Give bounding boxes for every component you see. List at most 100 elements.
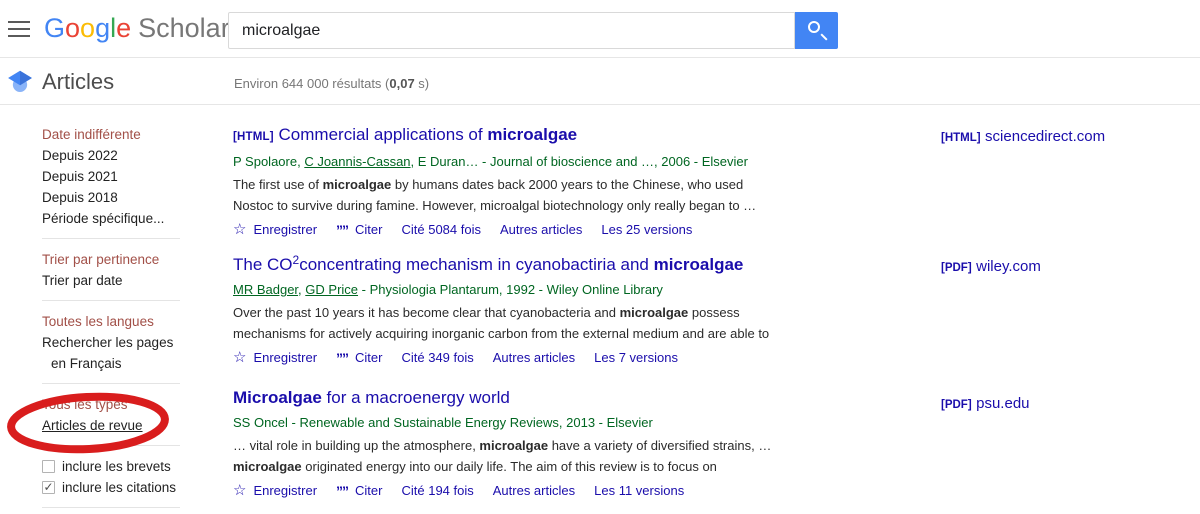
fulltext-domain: psu.edu (976, 395, 1029, 412)
sort-by-relevance[interactable]: Trier par pertinence (42, 249, 194, 270)
filter-french-pages-line2[interactable]: en Français (42, 353, 194, 374)
search-result: Microalgae for a macroenergy world SS On… (233, 387, 781, 500)
filter-french-pages[interactable]: Rechercher les pages (42, 332, 194, 353)
checkmark-icon: ✓ (43, 481, 53, 494)
hamburger-menu-icon[interactable] (8, 21, 30, 37)
sort-by-date[interactable]: Trier par date (42, 270, 194, 291)
snippet-highlight: microalgae (323, 177, 392, 192)
result-snippet: The first use of microalgae by humans da… (233, 174, 781, 216)
search-input[interactable] (228, 12, 795, 49)
search-icon (808, 21, 820, 33)
filters-sidebar: Date indifférente Depuis 2022 Depuis 202… (42, 124, 194, 514)
include-patents-row[interactable]: inclure les brevets (42, 456, 194, 477)
filter-all-languages[interactable]: Toutes les langues (42, 311, 194, 332)
title-text: concentrating mechanism in cyanobactiria… (299, 255, 653, 274)
quote-icon: ”” (336, 221, 348, 239)
results-stats: Environ 644 000 résultats (0,07 s) (234, 76, 429, 91)
cited-by-link[interactable]: Cité 5084 fois (401, 221, 481, 239)
filter-review-articles[interactable]: Articles de revue (42, 415, 194, 436)
result-title-link[interactable]: Microalgae for a macroenergy world (233, 388, 510, 407)
related-articles-link[interactable]: Autres articles (493, 482, 575, 500)
save-button[interactable]: ☆ Enregistrer (233, 349, 317, 367)
filter-all-types[interactable]: Tous les types (42, 394, 194, 415)
google-scholar-logo[interactable]: GoogleScholar (44, 13, 230, 44)
logo-letter: o (80, 13, 95, 43)
cite-button[interactable]: ””Citer (336, 482, 382, 500)
stats-time: 0,07 (389, 76, 414, 91)
title-text-bold: microalgae (654, 255, 744, 274)
result-snippet: Over the past 10 years it has become cle… (233, 302, 781, 344)
author-text: SS Oncel - Renewable and Sustainable Ene… (233, 415, 653, 430)
author-link[interactable]: GD Price (305, 282, 358, 297)
snippet-text: … vital role in building up the atmosphe… (233, 438, 479, 453)
versions-link[interactable]: Les 25 versions (601, 221, 692, 239)
star-icon: ☆ (233, 349, 246, 367)
articles-tab-label: Articles (42, 69, 114, 95)
fulltext-domain: sciencedirect.com (985, 128, 1105, 145)
versions-link[interactable]: Les 7 versions (594, 349, 678, 367)
cited-by-link[interactable]: Cité 194 fois (401, 482, 473, 500)
sidebar-divider (42, 238, 180, 239)
quote-icon: ”” (336, 349, 348, 367)
fulltext-link[interactable]: [PDF] psu.edu (941, 395, 1030, 413)
sidebar-divider (42, 383, 180, 384)
filter-custom-range[interactable]: Période spécifique... (42, 208, 194, 229)
title-text: Commercial applications of (279, 125, 488, 144)
filter-since-2018[interactable]: Depuis 2018 (42, 187, 194, 208)
cite-button[interactable]: ”” Citer (336, 349, 382, 367)
logo-letter: G (44, 13, 65, 43)
result-actions: ☆ Enregistrer ”” Citer Cité 349 fois Autre… (233, 349, 781, 367)
sidebar-divider (42, 507, 180, 508)
checkbox-checked[interactable]: ✓ (42, 481, 55, 494)
save-button[interactable]: ☆ Enregistrer (233, 221, 317, 239)
result-title-link[interactable]: Commercial applications of microalgae (279, 125, 578, 144)
snippet-highlight: microalgae (233, 459, 302, 474)
cited-by-link[interactable]: Cité 349 fois (401, 349, 473, 367)
related-articles-link[interactable]: Autres articles (493, 349, 575, 367)
author-text: P Spolaore, (233, 154, 304, 169)
result-snippet: … vital role in building up the atmosphe… (233, 435, 781, 477)
author-text: , E Duran… - Journal of bioscience and …… (411, 154, 748, 169)
star-icon: ☆ (233, 482, 246, 500)
snippet-text: The first use of (233, 177, 323, 192)
cite-label: Citer (355, 349, 382, 367)
title-text-bold: microalgae (487, 125, 577, 144)
snippet-highlight: microalgae (620, 305, 689, 320)
save-label: Enregistrer (253, 349, 317, 367)
authors-line: P Spolaore, C Joannis-Cassan, E Duran… -… (233, 153, 781, 171)
save-button[interactable]: ☆Enregistrer (233, 482, 317, 500)
filter-since-2022[interactable]: Depuis 2022 (42, 145, 194, 166)
format-tag: [HTML] (233, 131, 274, 143)
stats-text: Environ 644 000 résultats ( (234, 76, 389, 91)
fulltext-link[interactable]: [PDF] wiley.com (941, 258, 1041, 276)
versions-link[interactable]: Les 11 versions (594, 482, 684, 500)
related-articles-link[interactable]: Autres articles (500, 221, 582, 239)
search-result: The CO2concentrating mechanism in cyanob… (233, 254, 781, 367)
author-link[interactable]: C Joannis-Cassan (304, 154, 410, 169)
snippet-highlight: microalgae (479, 438, 548, 453)
top-bar: GoogleScholar (0, 0, 1200, 58)
sidebar-divider (42, 300, 180, 301)
filter-date-any[interactable]: Date indifférente (42, 124, 194, 145)
filter-since-2021[interactable]: Depuis 2021 (42, 166, 194, 187)
stats-text: s) (415, 76, 429, 91)
result-title-link[interactable]: The CO2concentrating mechanism in cyanob… (233, 255, 743, 274)
cite-label: Citer (355, 482, 382, 500)
fulltext-link[interactable]: [HTML] sciencedirect.com (941, 128, 1105, 146)
cite-button[interactable]: ”” Citer (336, 221, 382, 239)
author-link[interactable]: MR Badger (233, 282, 298, 297)
search-button[interactable] (795, 12, 838, 49)
cite-label: Citer (355, 221, 382, 239)
results-header-bar: Articles Environ 644 000 résultats (0,07… (0, 59, 1200, 105)
include-citations-row[interactable]: ✓ inclure les citations (42, 477, 194, 498)
format-tag: [PDF] (941, 262, 972, 274)
title-text: The CO (233, 255, 293, 274)
checkbox-unchecked[interactable] (42, 460, 55, 473)
sidebar-divider (42, 445, 180, 446)
search-result: [HTML] Commercial applications of microa… (233, 124, 781, 239)
logo-letter: e (116, 13, 131, 43)
star-icon: ☆ (233, 221, 246, 239)
title-text-bold: Microalgae (233, 388, 322, 407)
result-actions: ☆Enregistrer ””Citer Cité 194 fois Autre… (233, 482, 781, 500)
save-label: Enregistrer (253, 221, 317, 239)
